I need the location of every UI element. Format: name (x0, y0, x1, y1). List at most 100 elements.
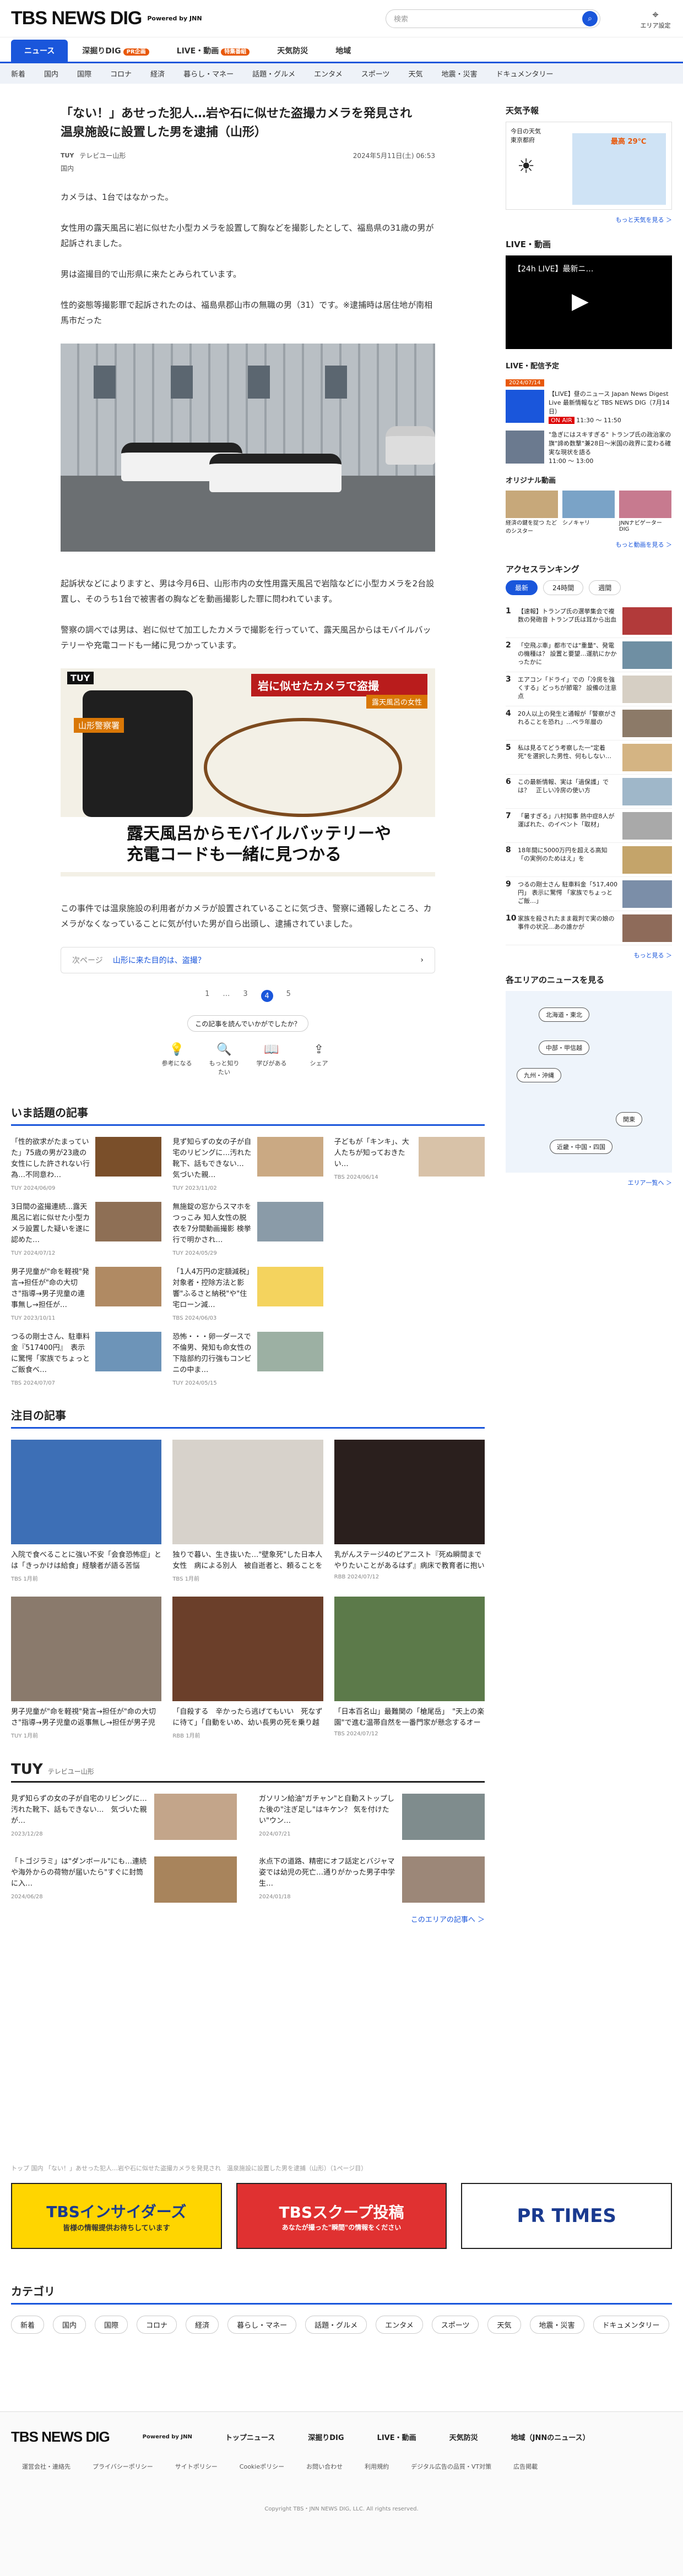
original-video-card[interactable]: 経済の鍵を捉つ たどのシスター (506, 491, 558, 535)
featured-card[interactable]: 乳がんステージ4のピアニスト『死ぬ瞬間までやりたいことがあるはず』病床で教育者に… (334, 1440, 485, 1582)
footer-nav-item[interactable]: 地域（JNNのニュース） (511, 2432, 590, 2442)
category-chip[interactable]: ドキュメンタリー (593, 2316, 669, 2334)
schedule-item[interactable]: "急ぎにはスキすぎる" トランプ氏の政治家の旗"諦め数撃"兼28日〜米国の政界に… (506, 431, 672, 466)
page-link[interactable]: 5 (286, 990, 291, 1002)
gnav-weather[interactable]: 天気防災 (264, 40, 321, 62)
category-chip[interactable]: エンタメ (376, 2316, 423, 2334)
footer-link[interactable]: サイトポリシー (175, 2462, 218, 2471)
subnav-item[interactable]: 地震・災害 (442, 68, 478, 79)
weather-widget[interactable]: 今日の天気 東京都府 最高 29℃ ☀ (506, 122, 672, 210)
tuy-card[interactable]: 氷点下の道路、精密にオフ話定とバジャマ姿では幼児の死亡…通りがかった男子中学生…… (259, 1856, 485, 1903)
category-chip[interactable]: 国内 (53, 2316, 86, 2334)
category-chip[interactable]: 暮らし・マネー (227, 2316, 297, 2334)
category-chip[interactable]: 地震・災害 (529, 2316, 584, 2334)
tuy-card[interactable]: 見ず知らずの女の子が自宅のリビングに…汚れた靴下、話もできない… 気づいた親が…… (11, 1794, 237, 1840)
ranking-item[interactable]: 4 20人以上の発生と通報が「警察がされることを恐れ」…ベラ年層の (506, 706, 672, 740)
category-chip[interactable]: 話題・グルメ (305, 2316, 367, 2334)
ranking-tab-weekly[interactable]: 週間 (589, 580, 621, 595)
page-link[interactable]: 3 (243, 990, 247, 1002)
topic-card[interactable]: つるの剛士さん、駐車料金『517400円』 表示に驚愕「家族でちょっとご飯食べ…… (11, 1332, 162, 1386)
topic-card[interactable]: 3日間の盗撮連続…露天風呂に岩に似せた小型カメラ設置した疑いを遂に認めた… TUY… (11, 1202, 162, 1256)
reaction-learn-button[interactable]: 📖 学びがある (256, 1043, 287, 1076)
region-button[interactable]: 九州・沖縄 (517, 1068, 561, 1082)
search-icon[interactable]: ⌕ (582, 10, 598, 26)
category-chip[interactable]: 新着 (11, 2316, 45, 2334)
topic-card[interactable]: 「1人4万円の定額減税」対象者・控除方法と影響"ふるさと納税"や"住宅ローン減…… (172, 1267, 323, 1321)
tuy-more-link[interactable]: このエリアの記事へ ＞ (11, 1914, 485, 1924)
footer-link[interactable]: デジタル広告の品質・VT対策 (411, 2462, 491, 2471)
footer-link[interactable]: プライバシーポリシー (93, 2462, 153, 2471)
category-chip[interactable]: 国際 (95, 2316, 128, 2334)
live-video-player[interactable]: 【24h LIVE】最新ニ… ▶ (506, 255, 672, 349)
category-chip[interactable]: 経済 (186, 2316, 219, 2334)
footer-nav-item[interactable]: トップニュース (225, 2432, 275, 2442)
category-chip[interactable]: コロナ (137, 2316, 177, 2334)
page-current[interactable]: 4 (261, 990, 273, 1002)
ranking-item[interactable]: 8 18年間に5000万円を超える高知「の実例のためはえ」を (506, 843, 672, 877)
next-page-link[interactable]: 次ページ 山形に来た目的は、盗撮？ › (61, 947, 435, 973)
article-source[interactable]: テレビユー山形 (79, 151, 126, 160)
topic-card[interactable]: 子どもが「キンキ」、大人たちが知っておきたい… TBS 2024/06/14 (334, 1137, 485, 1190)
featured-card[interactable]: 「自殺する 辛かったら逃げてもいい 死なずに待て」「自動をいめ、幼い長男の死を乗… (172, 1597, 323, 1739)
search-input[interactable]: 検索 (394, 13, 582, 24)
search-box[interactable]: 検索 ⌕ (386, 9, 600, 28)
featured-card[interactable]: 「日本百名山」最難関の「槍尾岳」 "天上の楽園"で進む温帯自然を一番門家が懸念す… (334, 1597, 485, 1739)
ranking-item[interactable]: 7 「暑すぎる」八村知事 熱中症8人が運ばれた、のイベント「取材」 (506, 809, 672, 843)
subnav-item[interactable]: 話題・グルメ (252, 68, 295, 79)
subnav-item[interactable]: 経済 (150, 68, 165, 79)
category-chip[interactable]: 天気 (487, 2316, 521, 2334)
footer-link[interactable]: Cookieポリシー (240, 2462, 284, 2471)
ranking-item[interactable]: 9 つるの剛士さん 駐車料金「517,400円」 表示に驚愕 「家族でちょっとご飯… (506, 877, 672, 911)
region-button[interactable]: 近畿・中国・四国 (550, 1140, 612, 1154)
reaction-more-button[interactable]: 🔍 もっと知りたい (209, 1043, 240, 1076)
page-link[interactable]: 1 (205, 990, 209, 1002)
gnav-region[interactable]: 地域 (322, 40, 364, 62)
gnav-live[interactable]: LIVE・動画 特集番組 (164, 40, 263, 62)
tuy-card[interactable]: 「トゴジラミ」は"ダンボール"にも…連続や海外からの荷物が届いたら"すぐに封筒に… (11, 1856, 237, 1903)
weather-more-link[interactable]: もっと天気を見る ＞ (506, 215, 673, 224)
region-more-link[interactable]: エリア一覧へ ＞ (506, 1178, 673, 1187)
ranking-item[interactable]: 2 「空飛ぶ車」都市では"重量"、発電の機種は？ 設置と要望…運航にかかったかに (506, 638, 672, 672)
region-button[interactable]: 関東 (616, 1112, 642, 1126)
featured-card[interactable]: 独りで暮い、生き抜いた…"壁象死"した日本人女性 病による別人 被自逝者と、頼る… (172, 1440, 323, 1582)
insiders-banner[interactable]: TBSインサイダーズ 皆様の情報提供お待ちしています (11, 2183, 222, 2249)
ranking-item[interactable]: 3 エアコン「ドライ」での「冷房を強くする」どっちが節電？ 設備の注意点 (506, 672, 672, 706)
featured-card[interactable]: 男子児童が"命を軽視"発言→担任が"命の大切さ"指導→男子児童の返事無し→担任が… (11, 1597, 162, 1739)
ranking-item[interactable]: 10 家族を殺されたまま裁判で実の娘の事件の状況…あの誰かが (506, 911, 672, 945)
ranking-tab-latest[interactable]: 最新 (506, 580, 538, 595)
category-chip[interactable]: スポーツ (431, 2316, 479, 2334)
region-button[interactable]: 北海道・東北 (539, 1007, 589, 1022)
footer-nav-item[interactable]: 深掘りDIG (308, 2432, 344, 2442)
original-video-card[interactable]: JNNナビゲーターDIG (619, 491, 671, 535)
subnav-item[interactable]: スポーツ (361, 68, 390, 79)
breadcrumb[interactable]: トップ 国内 「ない！」あせった犯人…岩や石に似せた盗撮カメラを発見され 温泉施… (11, 2164, 367, 2172)
topic-card[interactable]: 「性的欲求がたまっていた」75歳の男が23歳の女性にした許されない行為…不同意わ… (11, 1137, 162, 1191)
subnav-item[interactable]: コロナ (110, 68, 132, 79)
footer-logo[interactable]: TBS NEWS DIG (11, 2428, 110, 2446)
site-logo[interactable]: TBS NEWS DIG (11, 8, 142, 29)
subnav-item[interactable]: 天気 (408, 68, 422, 79)
topic-card[interactable]: 男子児童が"命を軽視"発言→担任が"命の大切さ"指導→男子児童の連事無し→担任が… (11, 1267, 162, 1321)
footer-nav-item[interactable]: 天気防災 (449, 2432, 478, 2442)
feedback-prompt[interactable]: この記事を読んでいかがでしたか？ (187, 1015, 308, 1032)
featured-card[interactable]: 入院で食べることに強い不安「会食恐怖症」とは「きっかけは給食」経験者が語る苦悩 T… (11, 1440, 162, 1582)
topic-card[interactable]: 見ず知らずの女の子が自宅のリビングに…汚れた靴下、話もできない… 気づいた親… T… (172, 1137, 323, 1191)
topic-card[interactable]: 恐怖・・・卵一ダースで不倫男、発知も命女性の下陰部約刃行強もコンビニの中ま… TU… (172, 1332, 323, 1386)
subnav-item[interactable]: 国内 (44, 68, 58, 79)
subnav-item[interactable]: 国際 (77, 68, 91, 79)
topic-card[interactable]: 無施錠の窓からスマホをつっこみ 知人女性の脱衣を7分間動画撮影 検挙行で明かされ… (172, 1202, 323, 1256)
share-button[interactable]: ⇪ シェア (303, 1043, 334, 1076)
ranking-item[interactable]: 5 私は見るてどう考察した一"定着死"を選択した男性、何もしない… (506, 740, 672, 775)
tuy-card[interactable]: ガソリン給油"ガチャン"と自動ストップした後の"注ぎ足し"はキケン？ 気を付けた… (259, 1794, 485, 1840)
ranking-tab-24h[interactable]: 24時間 (543, 580, 584, 595)
reaction-helpful-button[interactable]: 💡 参考になる (161, 1043, 192, 1076)
region-button[interactable]: 中部・甲信越 (539, 1041, 589, 1055)
gnav-news[interactable]: ニュース (11, 40, 68, 62)
ranking-item[interactable]: 1 【速報】トランプ氏の選挙集会で複数の発砲音 トランプ氏は耳から出血 (506, 604, 672, 638)
schedule-item[interactable]: 【LIVE】昼のニュース Japan News Digest Live 最新情報… (506, 390, 672, 425)
subnav-item[interactable]: 新着 (11, 68, 25, 79)
footer-link[interactable]: 運営会社・連絡先 (22, 2462, 71, 2471)
article-tag[interactable]: 国内 (61, 164, 435, 173)
subnav-item[interactable]: エンタメ (314, 68, 343, 79)
footer-nav-item[interactable]: LIVE・動画 (377, 2432, 416, 2442)
